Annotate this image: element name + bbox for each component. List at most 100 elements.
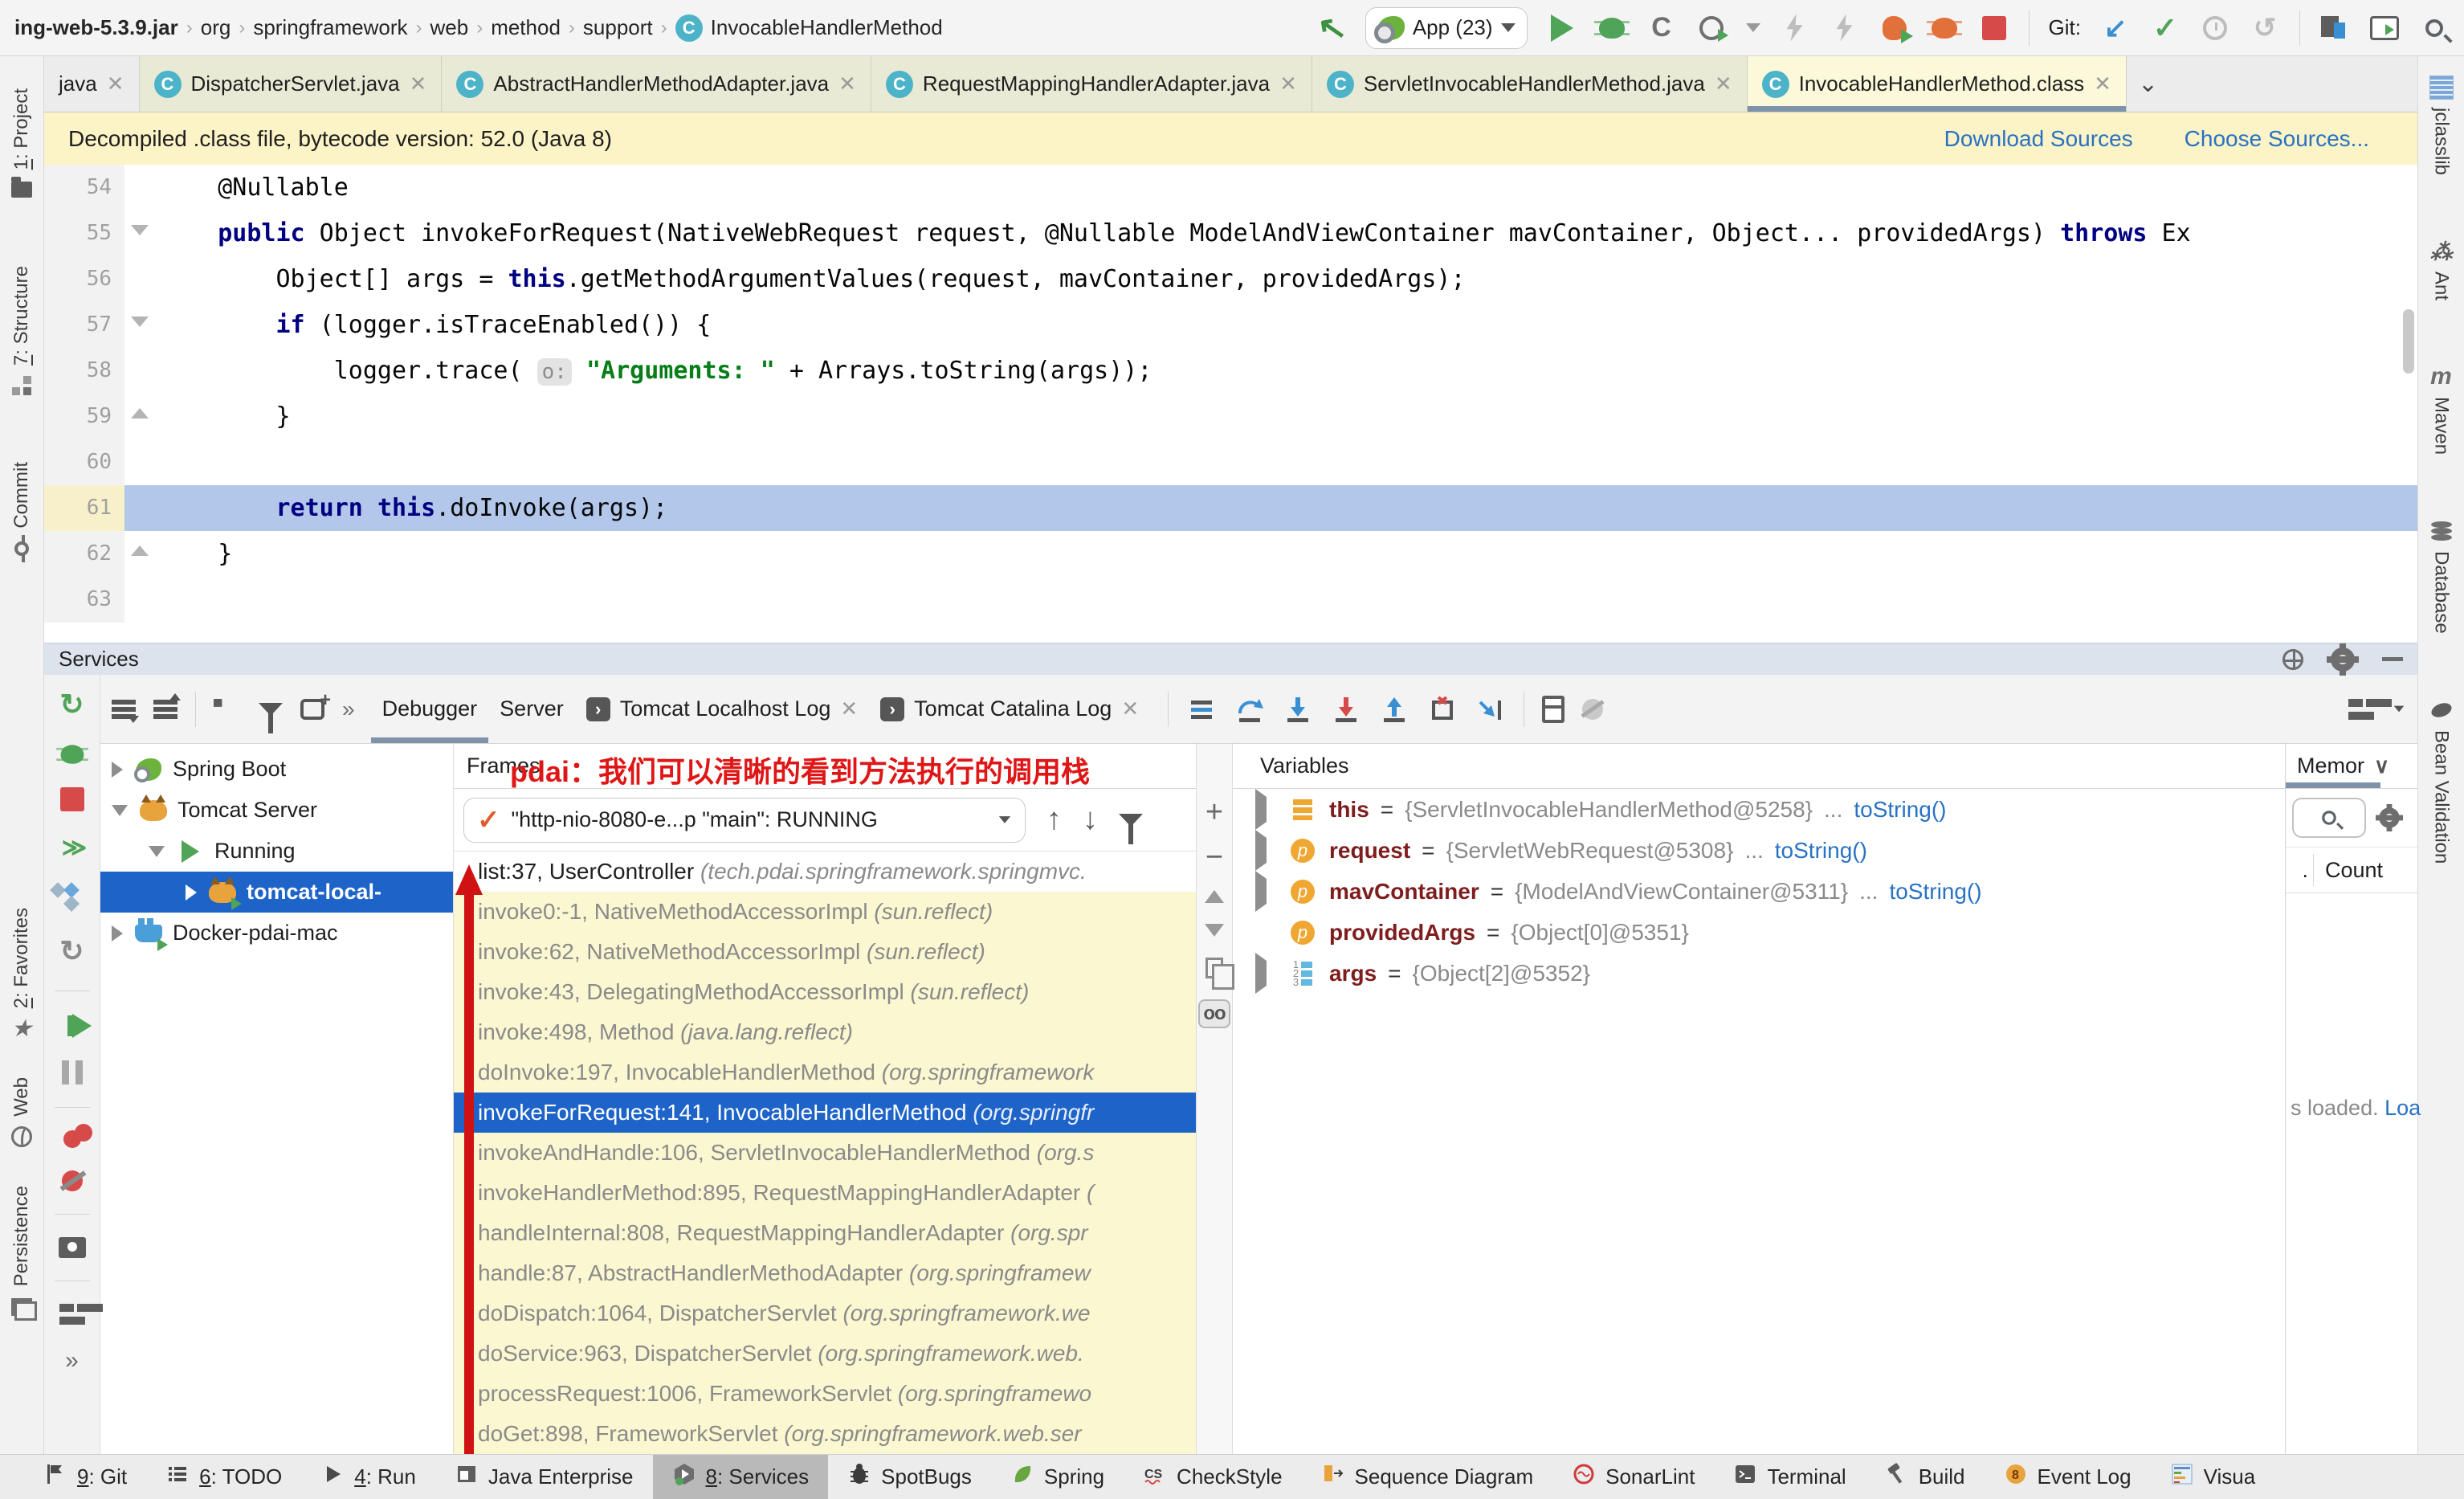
run-config-selector[interactable]: App (23) [1365,7,1528,49]
run-button[interactable] [1547,13,1577,43]
tree-item-tomcat-local-[interactable]: tomcat-local- [100,872,453,913]
tree-item-tomcat-server[interactable]: Tomcat Server [100,790,453,831]
gear-icon[interactable] [2331,647,2355,672]
breadcrumb-item[interactable]: org [201,15,231,40]
tostring-link[interactable]: toString() [1889,879,1981,905]
statusbar-item-spotbugs[interactable]: SpotBugs [828,1455,991,1499]
expand-arrow-icon[interactable] [112,925,123,941]
variable-row-this[interactable]: this={ServletInvocableHandlerMethod@5258… [1233,789,2285,830]
stack-frame-row[interactable]: invokeHandlerMethod:895, RequestMappingH… [454,1173,1196,1213]
code-line[interactable]: 56 Object[] args = this.getMethodArgumen… [44,256,2417,302]
statusbar-item-run[interactable]: 4: Run [301,1455,435,1499]
code-line[interactable]: 61 return this.doInvoke(args); [44,485,2417,531]
pause-icon[interactable] [62,1060,83,1084]
toolwindow-button-jclasslib[interactable]: jclasslib [2429,76,2454,175]
choose-sources-link[interactable]: Choose Sources... [2185,126,2369,152]
hidden-tabs-chevron-icon[interactable]: ⌄ [2138,70,2158,98]
statusbar-item-todo[interactable]: 6: TODO [146,1455,301,1499]
variables-list[interactable]: this={ServletInvocableHandlerMethod@5258… [1233,789,2285,994]
resume-icon[interactable]: ≫ [62,834,82,862]
stack-frame-row[interactable]: invoke:62, NativeMethodAccessorImpl (sun… [454,932,1196,972]
class-column-header[interactable]: . [2286,858,2308,883]
profiler-button[interactable] [1696,13,1727,43]
move-up-icon[interactable] [1205,890,1224,903]
statusbar-item-git[interactable]: 9: Git [24,1455,146,1499]
stack-frame-row[interactable]: doService:963, DispatcherServlet (org.sp… [454,1334,1196,1374]
profile-debug-button[interactable] [1929,13,1960,43]
breadcrumb-item[interactable]: support [583,15,653,40]
variable-row-providedArgs[interactable]: pprovidedArgs={Object[0]@5351} [1233,912,2285,953]
close-icon[interactable]: ✕ [838,71,856,96]
expand-arrow-icon[interactable] [1255,879,1276,905]
code-line[interactable]: 54 @Nullable [44,165,2417,210]
tree-item-docker-pdai-mac[interactable]: Docker-pdai-mac [100,913,453,954]
breadcrumb-item[interactable]: springframework [253,15,407,40]
rerun-debug-icon[interactable] [60,745,84,763]
collapse-all-icon[interactable] [153,700,177,719]
resume-program-icon[interactable] [72,1014,92,1038]
toolwindow-button-commit[interactable]: Commit [10,462,34,561]
fold-marker-icon[interactable] [124,531,160,577]
git-update-button[interactable]: ↙ [2100,13,2131,43]
statusbar-item-visua[interactable]: Visua [2151,1455,2275,1499]
breadcrumb-item[interactable]: ing-web-5.3.9.jar [14,15,178,40]
watches-icon[interactable]: oo [1198,999,1230,1028]
tostring-link[interactable]: toString() [1775,838,1867,864]
expand-arrow-icon[interactable] [1255,838,1276,864]
breadcrumb-class[interactable]: InvocableHandlerMethod [711,15,943,40]
tostring-link[interactable]: toString() [1854,797,1946,823]
code-editor[interactable]: 54 @Nullable55 public Object invokeForRe… [44,165,2417,643]
tab-tomcat-localhost-log[interactable]: ›Tomcat Localhost Log✕ [575,675,869,743]
statusbar-item-terminal[interactable]: Terminal [1714,1455,1865,1499]
tab-debugger[interactable]: Debugger [371,675,489,743]
close-icon[interactable]: ✕ [1715,71,1732,96]
editor-tab[interactable]: CAbstractHandlerMethodAdapter.java✕ [442,56,871,112]
profile-run-button[interactable] [1879,13,1910,43]
restore-layout-icon[interactable] [59,1304,85,1325]
close-icon[interactable]: ✕ [840,696,858,721]
toolwindow-button-database[interactable]: Database [2429,519,2454,634]
editor-tab[interactable]: CServletInvocableHandlerMethod.java✕ [1312,56,1748,112]
download-sources-link[interactable]: Download Sources [1944,126,2133,152]
editor-tab[interactable]: CRequestMappingHandlerAdapter.java✕ [871,56,1312,112]
statusbar-item-checkstyle[interactable]: CSCheckStyle [1124,1455,1302,1499]
add-icon[interactable]: + [1205,800,1223,824]
stack-frame-row[interactable]: handle:87, AbstractHandlerMethodAdapter … [454,1253,1196,1293]
memory-tab[interactable]: Memor ∨ [2286,744,2417,789]
show-execution-point-icon[interactable] [1186,694,1217,725]
tree-item-spring-boot[interactable]: Spring Boot [100,749,453,790]
frames-list[interactable]: list:37, UserController (tech.pdai.sprin… [454,852,1196,1454]
step-into-icon[interactable] [1283,694,1313,725]
tab-server[interactable]: Server [488,675,575,743]
git-commit-button[interactable]: ✓ [2150,13,2180,43]
toolwindow-button-bean-validation[interactable]: Bean Validation [2429,698,2454,864]
run-anything-icon[interactable] [2369,13,2400,43]
stop-button[interactable] [1979,13,2009,43]
stop-icon[interactable] [60,787,84,811]
statusbar-item-sonarlint[interactable]: SonarLint [1552,1455,1714,1499]
statusbar-item-build[interactable]: Build [1866,1455,1985,1499]
add-service-icon[interactable] [300,699,324,720]
view-breakpoints-icon[interactable] [59,884,86,912]
code-line[interactable]: 63 [44,577,2417,623]
more-chevron-icon[interactable]: » [342,696,353,722]
editor-tab[interactable]: CInvocableHandlerMethod.class✕ [1748,56,2127,112]
fold-marker-icon[interactable] [124,210,160,256]
move-down-icon[interactable] [1205,924,1224,937]
debug-button[interactable] [1597,13,1627,43]
expand-arrow-icon[interactable] [186,884,197,901]
editor-tab[interactable]: java✕ [44,56,140,112]
toolwindow-button-web[interactable]: Web [10,1077,34,1149]
fold-marker-icon[interactable] [124,394,160,439]
chevron-down-icon[interactable] [2394,706,2405,713]
stack-frame-row[interactable]: list:37, UserController (tech.pdai.sprin… [454,852,1196,892]
web-preview-icon[interactable] [2282,649,2303,670]
statusbar-item-spring[interactable]: Spring [991,1455,1124,1499]
code-line[interactable]: 55 public Object invokeForRequest(Native… [44,210,2417,256]
statusbar-item-event-log[interactable]: 8Event Log [1985,1455,2151,1499]
statusbar-item-sequence-diagram[interactable]: Sequence Diagram [1302,1455,1553,1499]
toolwindow-button-ant[interactable]: ⁂Ant [2429,239,2454,300]
layout-settings-icon[interactable] [2348,699,2374,720]
step-over-icon[interactable] [1234,694,1265,725]
column-divider[interactable] [2313,854,2314,886]
